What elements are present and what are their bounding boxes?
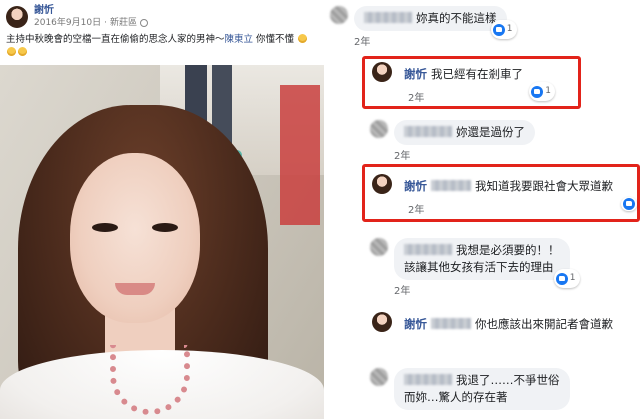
comment-reply: 謝忻 我知道我要跟社會大眾道歉 2年 (372, 174, 644, 216)
post-header: 謝忻 2016年9月10日 · 新莊區 (6, 4, 148, 30)
post-location[interactable]: 新莊區 (110, 17, 137, 29)
commenter-name-blurred[interactable] (404, 244, 452, 255)
post-meta: 2016年9月10日 · 新莊區 (34, 17, 148, 29)
comment-bubble: 謝忻 你也應該出來開記者會道歉 (398, 312, 623, 337)
comment-text: 我退了……不爭世俗 (456, 373, 560, 387)
comments-panel: 妳真的不能這樣 1 2年 謝忻我已經有在剎車了 1 2年 妳還是過份了 2年 (324, 0, 644, 419)
like-count[interactable] (621, 197, 637, 211)
comment-time[interactable]: 2年 (408, 201, 644, 216)
post-text-before: 主持中秋晚會的空檔一直在偷偷的思念人家的男神～ (6, 34, 225, 45)
photo-subject-eye (92, 223, 118, 232)
comment-reply: 妳還是過份了 2年 (370, 120, 644, 162)
commenter-name[interactable]: 謝忻 (404, 179, 427, 193)
comment: 妳真的不能這樣 1 2年 (330, 6, 644, 48)
photo-subject-face (70, 153, 200, 323)
comment-reply: 我退了……不爭世俗 而妳…驚人的存在著 (370, 368, 644, 410)
post-card: 謝忻 2016年9月10日 · 新莊區 主持中秋晚會的空檔一直在偷偷的思念人家的… (0, 0, 324, 419)
comment-time[interactable]: 2年 (394, 147, 644, 162)
emoji-icon (7, 47, 16, 56)
commenter-name-blurred[interactable] (431, 180, 471, 191)
comment-text-line2: 該讓其他女孩有活下去的理由 (404, 260, 554, 274)
commenter-avatar[interactable] (370, 368, 388, 386)
photo-background-chair (280, 85, 320, 225)
photo-subject-lips (115, 283, 155, 295)
author-avatar[interactable] (6, 6, 28, 28)
like-icon (492, 23, 505, 36)
like-count[interactable]: 1 (553, 269, 580, 288)
comment-text: 我想是必須要的！！ (456, 243, 560, 257)
commenter-name[interactable]: 謝忻 (404, 67, 427, 81)
post-date[interactable]: 2016年9月10日 (34, 17, 101, 29)
comment-bubble: 我想是必須要的！！ 該讓其他女孩有活下去的理由 1 (394, 238, 580, 288)
like-icon (531, 85, 544, 98)
comment-bubble: 妳真的不能這樣 1 (354, 6, 517, 39)
like-count-value: 1 (506, 24, 513, 34)
commenter-name[interactable]: 謝忻 (404, 317, 427, 331)
photo-subject-eye (152, 223, 178, 232)
comment-text: 妳真的不能這樣 (416, 11, 497, 25)
emoji-icon (18, 47, 27, 56)
post-photo[interactable] (0, 65, 324, 419)
like-count-value: 1 (569, 273, 576, 283)
comment-text: 我知道我要跟社會大眾道歉 (475, 179, 613, 193)
globe-icon (139, 19, 148, 27)
commenter-avatar[interactable] (370, 120, 388, 138)
comment-bubble: 謝忻 我已經有在剎車了 1 (398, 62, 555, 101)
like-icon (555, 272, 568, 285)
comment-bubble: 我退了……不爭世俗 而妳…驚人的存在著 (394, 368, 570, 410)
meta-separator: · (104, 18, 107, 28)
comment-bubble: 謝忻 我知道我要跟社會大眾道歉 (398, 174, 637, 211)
commenter-name-blurred[interactable] (364, 12, 412, 23)
comment-text: 我已經有在剎車了 (431, 67, 523, 81)
emoji-icon (298, 34, 308, 43)
commenter-avatar[interactable] (370, 238, 388, 256)
commenter-avatar[interactable] (372, 62, 392, 82)
post-text: 主持中秋晚會的空檔一直在偷偷的思念人家的男神～陳東立 你懂不懂 (6, 33, 322, 59)
post-mention[interactable]: 陳東立 (225, 34, 254, 45)
like-count-value: 1 (545, 86, 551, 96)
like-count[interactable]: 1 (490, 20, 517, 39)
commenter-name-blurred[interactable] (431, 318, 471, 329)
like-count[interactable]: 1 (529, 82, 555, 101)
comment-time[interactable]: 2年 (394, 282, 644, 297)
post-header-text: 謝忻 2016年9月10日 · 新莊區 (34, 5, 148, 29)
commenter-name-blurred[interactable] (404, 126, 452, 137)
comment-reply: 謝忻 我已經有在剎車了 1 2年 (372, 62, 644, 104)
comment-bubble: 妳還是過份了 (394, 120, 535, 145)
commenter-avatar[interactable] (372, 312, 392, 332)
comment-reply: 我想是必須要的！！ 該讓其他女孩有活下去的理由 1 2年 (370, 238, 644, 297)
like-icon (623, 198, 635, 210)
post-text-after: 你懂不懂 (253, 34, 295, 45)
commenter-avatar[interactable] (372, 174, 392, 194)
comment-time[interactable]: 2年 (408, 89, 644, 104)
commenter-avatar[interactable] (330, 6, 348, 24)
comment-text: 你也應該出來開記者會道歉 (475, 317, 613, 331)
comment-text: 妳還是過份了 (456, 125, 525, 139)
comment-reply: 謝忻 你也應該出來開記者會道歉 (372, 312, 644, 337)
comment-text-line2: 而妳…驚人的存在著 (404, 390, 508, 404)
post-author-name[interactable]: 謝忻 (34, 5, 148, 17)
commenter-name-blurred[interactable] (404, 374, 452, 385)
